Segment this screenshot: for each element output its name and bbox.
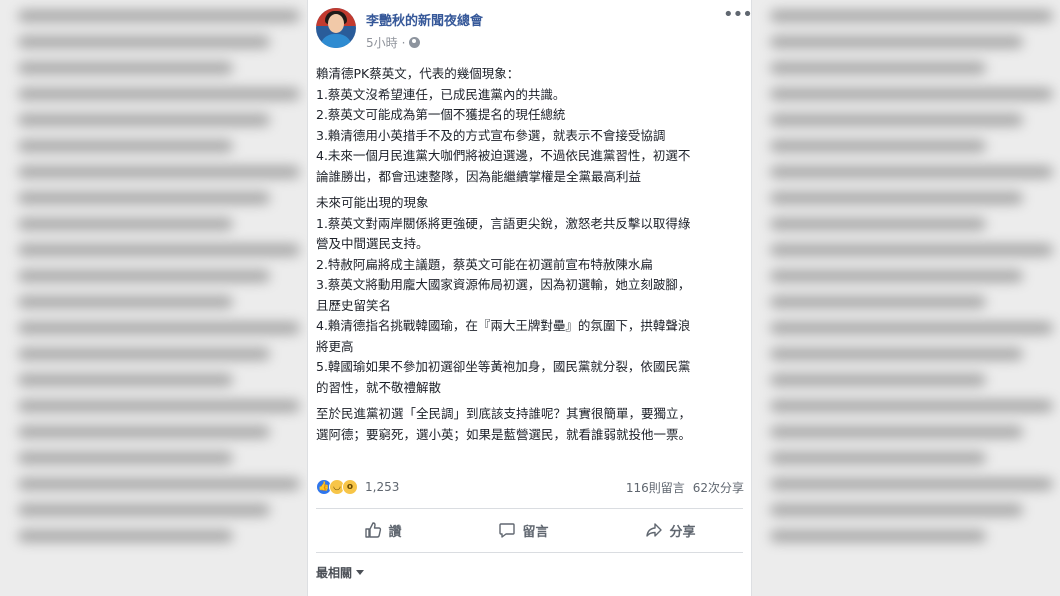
post-text-line: 論誰勝出，都會迅速整隊，因為能繼續掌權是全黨最高利益 [316, 168, 642, 184]
post-actions: 讚 留言 分享 [316, 512, 744, 548]
post-text-line: 4.未來一個月民進黨大咖們將被迫選邊，不過依民進黨習性，初選不 [316, 148, 691, 163]
post-text-line: 營及中間選民支持。 [316, 236, 429, 251]
reaction-count[interactable]: 1,253 [365, 480, 399, 494]
post-text-line: 4.賴清德指名挑戰韓國瑜，在『兩大王牌對壘』的氛圍下，拱韓聲浪 [316, 318, 691, 333]
facebook-post-card: 李艷秋的新聞夜總會 5小時 · ••• 賴清德PK蔡英文，代表的幾個現象： 1.蔡… [307, 0, 753, 596]
post-text-line: 的習性，就不敬禮解散 [316, 379, 442, 395]
share-button-label: 分享 [669, 524, 696, 540]
share-icon [646, 523, 663, 537]
comment-button[interactable]: 留言 [498, 521, 549, 540]
post-text-line: 3.蔡英文將動用龐大國家資源佈局初選，因為初選輸，她立刻跛腳， [316, 277, 691, 292]
reaction-icons[interactable]: 👍 ◡ o [316, 479, 358, 495]
post-text-line: 3.賴清德用小英措手不及的方式宣布參選，就表示不會接受協調 [316, 127, 666, 143]
sort-label: 最相關 [316, 566, 353, 580]
comment-icon [499, 523, 516, 538]
like-button-label: 讚 [388, 524, 402, 540]
post-text-line: 未來可能出現的現象 [316, 195, 429, 210]
caret-down-icon [356, 570, 365, 575]
page-name-link[interactable]: 李艷秋的新聞夜總會 [366, 10, 483, 29]
wow-reaction-icon: o [342, 479, 358, 495]
post-header: 李艷秋的新聞夜總會 5小時 · ••• [316, 6, 753, 56]
like-button[interactable]: 讚 [364, 521, 402, 540]
divider [316, 508, 743, 509]
post-text-line: 1.蔡英文對兩岸關係將更強硬，言語更尖銳，激怒老共反擊以取得綠 [316, 215, 691, 231]
share-count[interactable]: 62次分享 [693, 479, 744, 496]
post-body: 賴清德PK蔡英文，代表的幾個現象： 1.蔡英文沒希望連任，已成民進黨內的共識。 2.… [316, 64, 746, 451]
globe-icon [409, 37, 421, 48]
blurred-background-right [752, 0, 1060, 596]
post-text-line: 1.蔡英文沒希望連任，已成民進黨內的共識。 [316, 86, 566, 102]
post-timestamp[interactable]: 5小時 [366, 34, 398, 51]
comment-sort-dropdown[interactable]: 最相關 [316, 564, 365, 581]
post-paragraph: 未來可能出現的現象 1.蔡英文對兩岸關係將更強硬，言語更尖銳，激怒老共反擊以取得綠… [316, 193, 746, 398]
post-text-line: 將更高 [316, 338, 354, 354]
post-paragraph: 賴清德PK蔡英文，代表的幾個現象： 1.蔡英文沒希望連任，已成民進黨內的共識。 2.… [316, 64, 746, 187]
post-meta: 5小時 · [366, 34, 421, 51]
post-text-line: 賴清德PK蔡英文，代表的幾個現象： [316, 66, 520, 81]
post-paragraph: 至於民進黨初選「全民調」到底該支持誰呢？其實很簡單，要獨立， 選阿德；要窮死，選小… [316, 404, 746, 445]
meta-separator: · [401, 35, 406, 50]
comment-button-label: 留言 [522, 524, 549, 540]
share-button[interactable]: 分享 [645, 521, 696, 540]
more-options-icon[interactable]: ••• [723, 6, 753, 26]
reactions-summary: 👍 ◡ o 1,253 116則留言 62次分享 [316, 476, 744, 498]
post-text-line: 且歷史留笑名 [316, 297, 392, 313]
post-text-line: 2.特赦阿扁將成主議題，蔡英文可能在初選前宣布特赦陳水扁 [316, 256, 653, 272]
thumbs-up-icon [365, 522, 382, 538]
comment-count[interactable]: 116則留言 [626, 479, 685, 496]
post-text-line: 2.蔡英文可能成為第一個不獲提名的現任總統 [316, 107, 566, 122]
post-text-line: 5.韓國瑜如果不參加初選卻坐等黃袍加身，國民黨就分裂，依國民黨 [316, 359, 691, 374]
post-stats: 116則留言 62次分享 [626, 479, 744, 496]
post-text-line: 至於民進黨初選「全民調」到底該支持誰呢？其實很簡單，要獨立， [316, 406, 692, 421]
divider [316, 552, 743, 553]
blurred-background-left [0, 0, 307, 596]
page-avatar[interactable] [316, 8, 356, 48]
post-text-line: 選阿德；要窮死，選小英；如果是藍營選民，就看誰弱就投他一票。 [316, 426, 692, 442]
